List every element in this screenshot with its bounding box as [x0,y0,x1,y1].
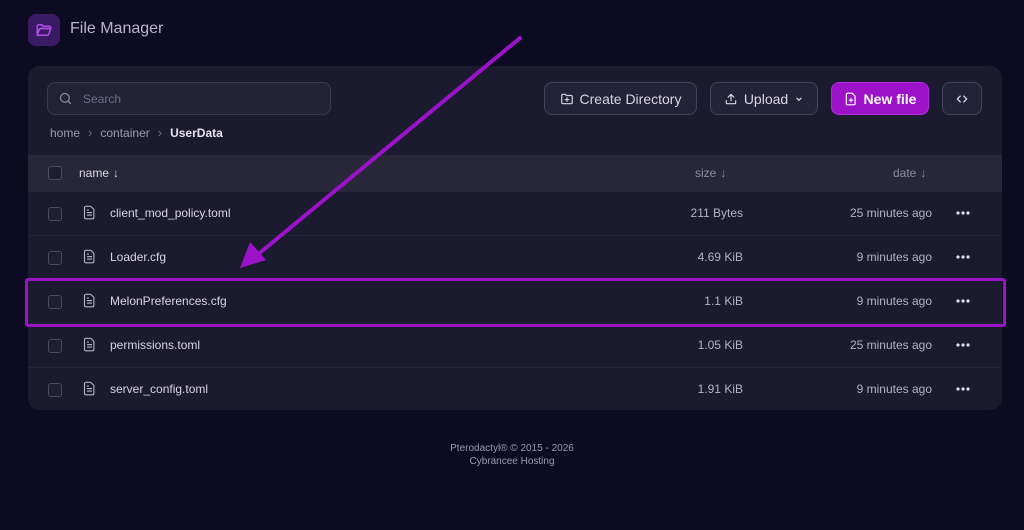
file-text-icon [82,381,98,397]
row-checkbox[interactable] [48,251,62,265]
highlight-box [25,278,1006,327]
file-name[interactable]: server_config.toml [110,382,208,396]
file-name[interactable]: permissions.toml [110,338,200,352]
row-checkbox[interactable] [48,207,62,221]
file-plus-icon [844,92,858,106]
chevron-down-icon [794,94,804,104]
file-size: 4.69 KiB [697,250,743,264]
file-text-icon [82,205,98,221]
arrow-down-icon: ↓ [720,166,727,180]
table-row[interactable]: permissions.toml 1.05 KiB 25 minutes ago [28,323,1002,368]
more-horizontal-icon[interactable] [953,205,973,221]
code-icon [955,92,969,106]
table-header: name ↓ size ↓ date ↓ [28,155,1002,191]
file-date: 25 minutes ago [849,206,932,220]
file-date: 9 minutes ago [856,382,932,396]
search-input[interactable] [81,90,315,107]
file-manager-panel: Create Directory Upload New file home › … [28,66,1002,410]
file-date: 25 minutes ago [849,338,932,352]
file-text-icon [82,249,98,265]
breadcrumb-item-home[interactable]: home [50,126,80,140]
create-directory-label: Create Directory [579,90,682,107]
more-horizontal-icon[interactable] [953,249,973,265]
file-size: 211 Bytes [690,206,743,220]
more-horizontal-icon[interactable] [953,337,973,353]
footer-copyright: Pterodactyl® © 2015 - 2026 [450,443,574,454]
upload-icon [724,92,738,106]
table-row[interactable]: Loader.cfg 4.69 KiB 9 minutes ago [28,235,1002,280]
code-view-button[interactable] [942,82,982,115]
upload-label: Upload [743,90,789,107]
row-checkbox[interactable] [48,383,62,397]
file-date: 9 minutes ago [856,250,932,264]
chevron-right-icon: › [88,125,93,140]
folder-open-icon [28,14,60,46]
table-row[interactable]: client_mod_policy.toml 211 Bytes 25 minu… [28,191,1002,236]
breadcrumb-item-container[interactable]: container [100,126,149,140]
search-box[interactable] [47,82,331,115]
breadcrumb-item-current: UserData [170,125,223,140]
table-row[interactable]: server_config.toml 1.91 KiB 9 minutes ag… [28,367,1002,410]
file-name[interactable]: Loader.cfg [110,250,166,264]
footer-hosting: Cybrancee Hosting [469,456,555,467]
file-name[interactable]: client_mod_policy.toml [110,206,231,220]
column-header-date[interactable]: date ↓ [893,166,926,180]
file-size: 1.91 KiB [697,382,743,396]
upload-button[interactable]: Upload [710,82,818,115]
breadcrumb: home › container › UserData [50,125,223,140]
column-size-label: size [695,166,717,180]
file-text-icon [82,337,98,353]
more-horizontal-icon[interactable] [953,381,973,397]
page-title: File Manager [70,20,164,37]
row-checkbox[interactable] [48,339,62,353]
chevron-right-icon: › [157,125,163,140]
arrow-down-icon: ↓ [920,166,927,180]
new-file-button[interactable]: New file [831,82,929,115]
column-date-label: date [893,166,917,180]
folder-plus-icon [560,92,574,106]
arrow-down-icon: ↓ [113,166,120,180]
select-all-checkbox[interactable] [48,166,62,180]
column-header-size[interactable]: size ↓ [695,166,726,180]
column-header-name[interactable]: name ↓ [79,166,119,180]
column-name-label: name [79,166,110,180]
search-icon [58,91,74,107]
new-file-label: New file [863,90,917,107]
file-size: 1.05 KiB [697,338,743,352]
create-directory-button[interactable]: Create Directory [544,82,697,115]
